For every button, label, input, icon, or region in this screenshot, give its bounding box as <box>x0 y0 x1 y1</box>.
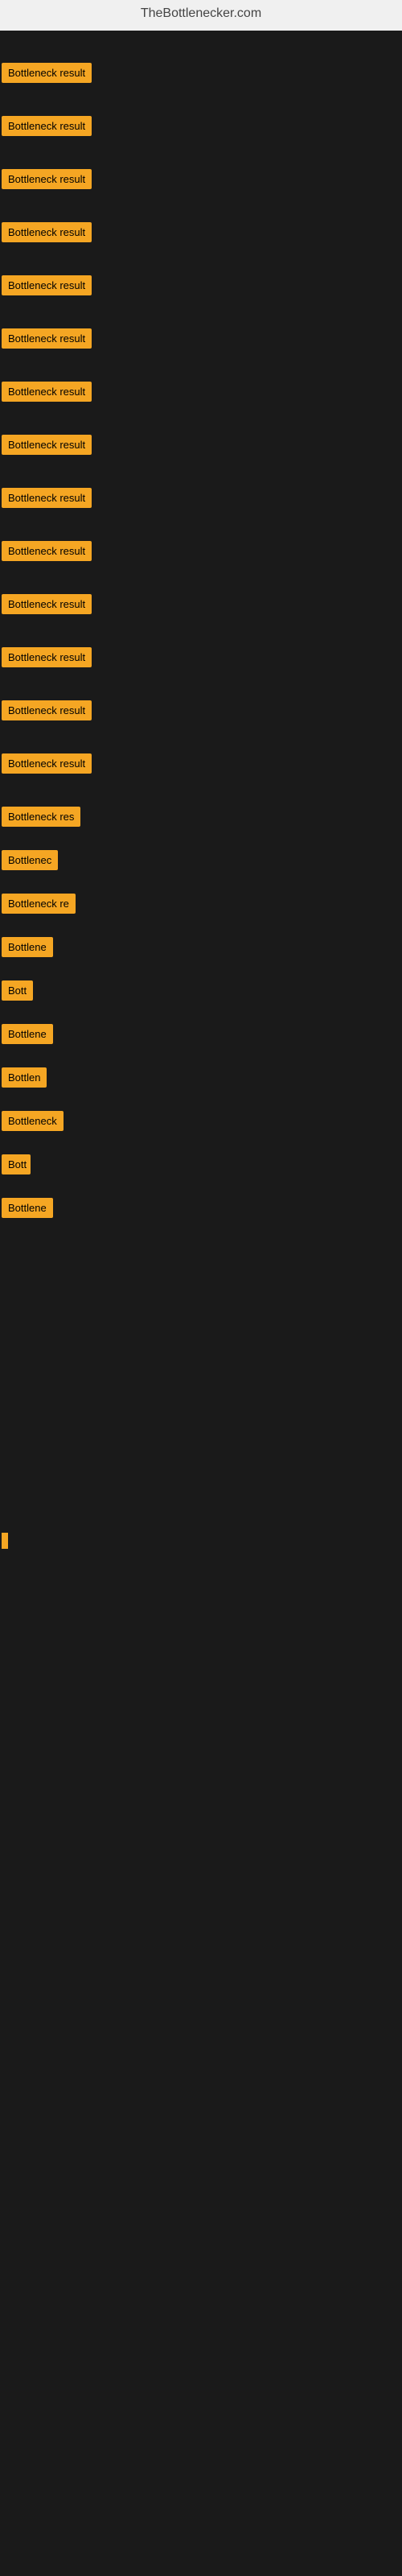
bottleneck-badge-7[interactable]: Bottleneck result <box>2 382 92 402</box>
bottleneck-badge-6[interactable]: Bottleneck result <box>2 328 92 349</box>
list-item: Bottlenec <box>2 850 402 874</box>
site-header: TheBottlenecker.com <box>0 0 402 31</box>
site-title: TheBottlenecker.com <box>141 6 261 20</box>
bottleneck-badge-15[interactable]: Bottleneck res <box>2 807 80 827</box>
bottleneck-badge-18[interactable]: Bottlene <box>2 937 53 957</box>
bottleneck-badge-10[interactable]: Bottleneck result <box>2 541 92 561</box>
list-item: Bottleneck result <box>2 275 402 299</box>
list-item: Bottlene <box>2 1198 402 1222</box>
list-item: Bottleneck result <box>2 435 402 459</box>
bottleneck-badge-19[interactable]: Bott <box>2 980 33 1001</box>
bottleneck-badge-16[interactable]: Bottlenec <box>2 850 58 870</box>
list-item: Bottleneck result <box>2 594 402 618</box>
bottleneck-badge-23[interactable]: Bott <box>2 1154 31 1174</box>
bottleneck-badge-14[interactable]: Bottleneck result <box>2 753 92 774</box>
bottleneck-badge-21[interactable]: Bottlen <box>2 1067 47 1088</box>
list-item: Bottleneck result <box>2 488 402 512</box>
list-item: Bottleneck re <box>2 894 402 918</box>
bottleneck-badge-2[interactable]: Bottleneck result <box>2 116 92 136</box>
bottleneck-badge-11[interactable]: Bottleneck result <box>2 594 92 614</box>
list-item: Bottleneck result <box>2 328 402 353</box>
bottleneck-badge-12[interactable]: Bottleneck result <box>2 647 92 667</box>
bottleneck-badge-13[interactable]: Bottleneck result <box>2 700 92 720</box>
list-item: Bottleneck result <box>2 647 402 671</box>
list-item: Bottleneck result <box>2 63 402 87</box>
list-item: Bottlene <box>2 1024 402 1048</box>
bottleneck-badge-8[interactable]: Bottleneck result <box>2 435 92 455</box>
list-item: Bott <box>2 1154 402 1179</box>
bottleneck-badge-17[interactable]: Bottleneck re <box>2 894 76 914</box>
bottleneck-badge-24[interactable]: Bottlene <box>2 1198 53 1218</box>
bottom-section <box>0 1227 402 1710</box>
bottleneck-badge-3[interactable]: Bottleneck result <box>2 169 92 189</box>
list-item: Bottleneck result <box>2 700 402 724</box>
bottleneck-badge-9[interactable]: Bottleneck result <box>2 488 92 508</box>
bottleneck-badge-20[interactable]: Bottlene <box>2 1024 53 1044</box>
list-item: Bottleneck <box>2 1111 402 1135</box>
list-item: Bottlen <box>2 1067 402 1092</box>
list-item: Bottleneck result <box>2 753 402 778</box>
list-item: Bottleneck res <box>2 807 402 831</box>
small-indicator <box>2 1533 8 1549</box>
bottleneck-badge-5[interactable]: Bottleneck result <box>2 275 92 295</box>
list-item: Bottleneck result <box>2 382 402 406</box>
list-item: Bottleneck result <box>2 222 402 246</box>
list-item: Bottleneck result <box>2 541 402 565</box>
bottleneck-badge-22[interactable]: Bottleneck <box>2 1111 64 1131</box>
bottleneck-badge-1[interactable]: Bottleneck result <box>2 63 92 83</box>
list-item: Bottleneck result <box>2 116 402 140</box>
content-area: Bottleneck result Bottleneck result Bott… <box>0 31 402 1718</box>
list-item: Bottlene <box>2 937 402 961</box>
list-item: Bottleneck result <box>2 169 402 193</box>
list-item: Bott <box>2 980 402 1005</box>
bottleneck-badge-4[interactable]: Bottleneck result <box>2 222 92 242</box>
